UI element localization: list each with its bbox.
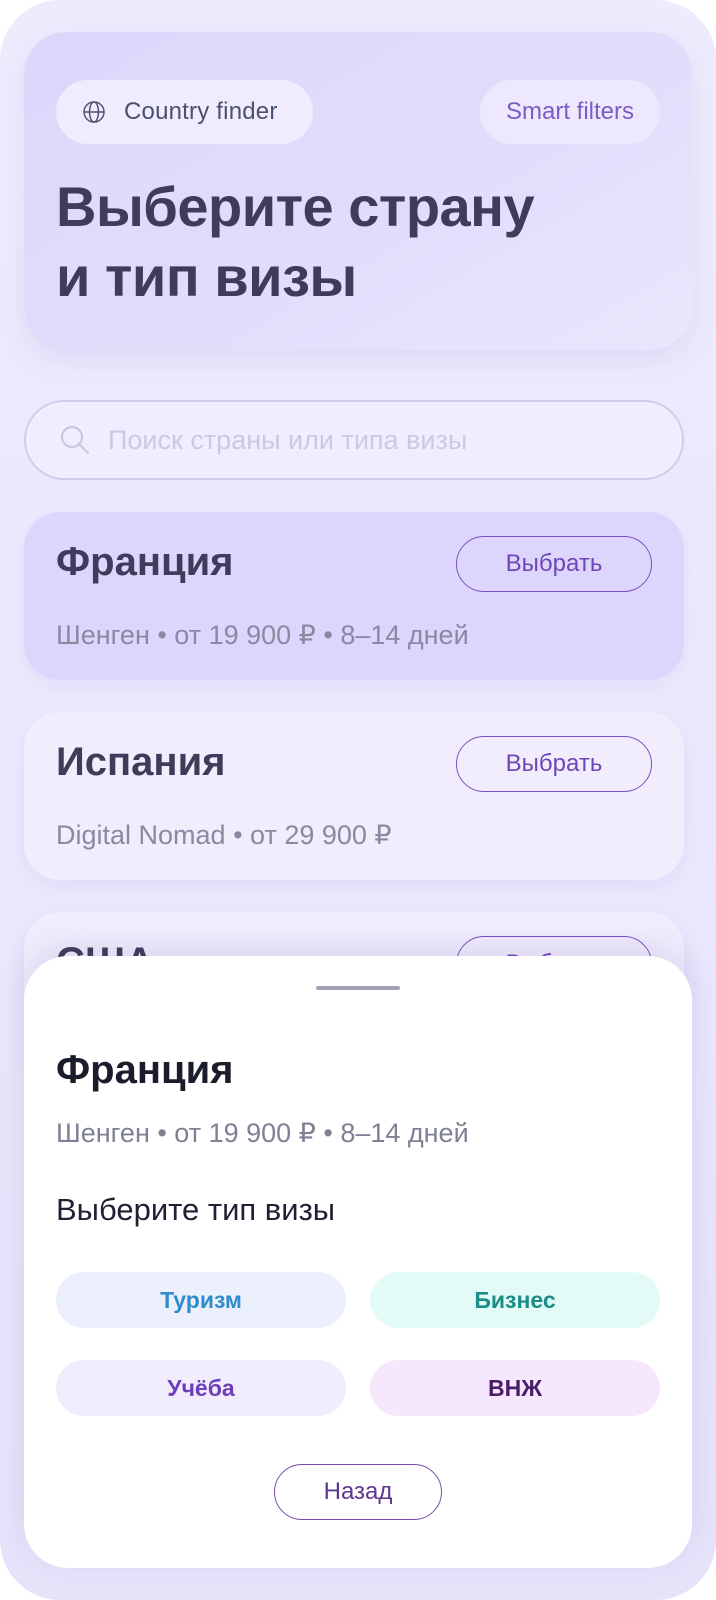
page-title-line-2: и тип визы <box>56 245 357 308</box>
header-panel: Country finder Smart filters Выберите ст… <box>24 32 692 350</box>
globe-icon <box>82 100 106 124</box>
visa-type-business[interactable]: Бизнес <box>370 1272 660 1328</box>
select-button[interactable]: Выбрать <box>456 536 652 592</box>
visa-type-study[interactable]: Учёба <box>56 1360 346 1416</box>
sheet-drag-handle[interactable] <box>316 986 400 990</box>
visa-type-tourism[interactable]: Туризм <box>56 1272 346 1328</box>
page-title-line-1: Выберите страну <box>56 175 535 238</box>
country-card-spain[interactable]: Испания Digital Nomad • от 29 900 ₽ Выбр… <box>24 712 684 880</box>
visa-type-sheet: Франция Шенген • от 19 900 ₽ • 8–14 дней… <box>24 956 692 1568</box>
back-button[interactable]: Назад <box>274 1464 442 1520</box>
country-finder-label: Country finder <box>124 98 278 125</box>
country-meta: Шенген • от 19 900 ₽ • 8–14 дней <box>56 620 469 650</box>
sheet-title: Франция <box>56 1048 234 1092</box>
search-icon <box>58 423 92 457</box>
sheet-meta: Шенген • от 19 900 ₽ • 8–14 дней <box>56 1118 469 1148</box>
country-name: Испания <box>56 740 226 784</box>
search-bar[interactable] <box>24 400 684 480</box>
country-card-france[interactable]: Франция Шенген • от 19 900 ₽ • 8–14 дней… <box>24 512 684 680</box>
country-meta: Digital Nomad • от 29 900 ₽ <box>56 820 392 850</box>
select-button[interactable]: Выбрать <box>456 736 652 792</box>
country-finder-chip[interactable]: Country finder <box>56 80 313 144</box>
sheet-subtitle: Выберите тип визы <box>56 1192 336 1227</box>
page-title: Выберите страну и тип визы <box>56 172 616 312</box>
smart-filters-button[interactable]: Smart filters <box>480 80 660 144</box>
country-name: Франция <box>56 540 234 584</box>
app-screen: Country finder Smart filters Выберите ст… <box>0 0 716 1600</box>
visa-type-residence[interactable]: ВНЖ <box>370 1360 660 1416</box>
search-input[interactable] <box>108 424 682 456</box>
